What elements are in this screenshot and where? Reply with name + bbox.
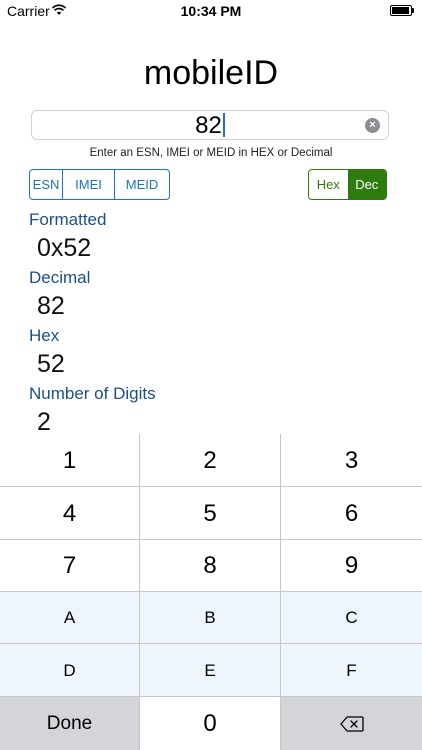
key-5[interactable]: 5 [140, 487, 281, 540]
key-2[interactable]: 2 [140, 434, 281, 487]
digits-value: 2 [37, 408, 51, 436]
key-1[interactable]: 1 [0, 434, 140, 487]
key-7[interactable]: 7 [0, 540, 140, 592]
base-segmented-control: Hex Dec [308, 169, 387, 200]
formatted-label: Formatted [29, 210, 107, 229]
segment-dec[interactable]: Dec [347, 170, 386, 199]
hex-keypad: 1 2 3 4 5 6 7 8 9 A B C D E F Done 0 [0, 434, 422, 750]
segment-hex[interactable]: Hex [309, 170, 348, 199]
app-title: mobileID [143, 54, 279, 92]
segment-meid[interactable]: MEID [115, 170, 169, 199]
segment-imei[interactable]: IMEI [63, 170, 115, 199]
key-8[interactable]: 8 [140, 540, 281, 592]
key-e[interactable]: E [140, 644, 281, 697]
id-type-segmented-control: ESN IMEI MEID [29, 169, 170, 200]
hex-value: 52 [37, 350, 65, 378]
backspace-icon [339, 716, 364, 732]
id-input-value-wrap: 82 [32, 112, 388, 140]
key-a[interactable]: A [0, 592, 140, 644]
input-hint: Enter an ESN, IMEI or MEID in HEX or Dec… [89, 147, 333, 159]
battery-icon [390, 5, 414, 16]
id-input-field[interactable]: 82 × [31, 110, 389, 140]
status-time: 10:34 PM [180, 3, 242, 19]
decimal-label: Decimal [29, 268, 91, 287]
key-c[interactable]: C [281, 592, 422, 644]
key-0[interactable]: 0 [140, 697, 281, 750]
key-3[interactable]: 3 [281, 434, 422, 487]
status-bar: Carrier 10:34 PM [0, 0, 422, 22]
key-d[interactable]: D [0, 644, 140, 697]
digits-label: Number of Digits [29, 384, 156, 403]
decimal-value: 82 [37, 292, 65, 320]
key-4[interactable]: 4 [0, 487, 140, 540]
formatted-value: 0x52 [37, 234, 92, 262]
done-button[interactable]: Done [0, 697, 140, 750]
clear-icon[interactable]: × [365, 118, 380, 133]
key-6[interactable]: 6 [281, 487, 422, 540]
key-9[interactable]: 9 [281, 540, 422, 592]
id-input-value: 82 [195, 112, 222, 139]
hex-label: Hex [29, 326, 60, 345]
backspace-button[interactable] [281, 697, 422, 750]
segment-esn[interactable]: ESN [30, 170, 63, 199]
key-b[interactable]: B [140, 592, 281, 644]
text-caret [222, 113, 225, 137]
key-f[interactable]: F [281, 644, 422, 697]
